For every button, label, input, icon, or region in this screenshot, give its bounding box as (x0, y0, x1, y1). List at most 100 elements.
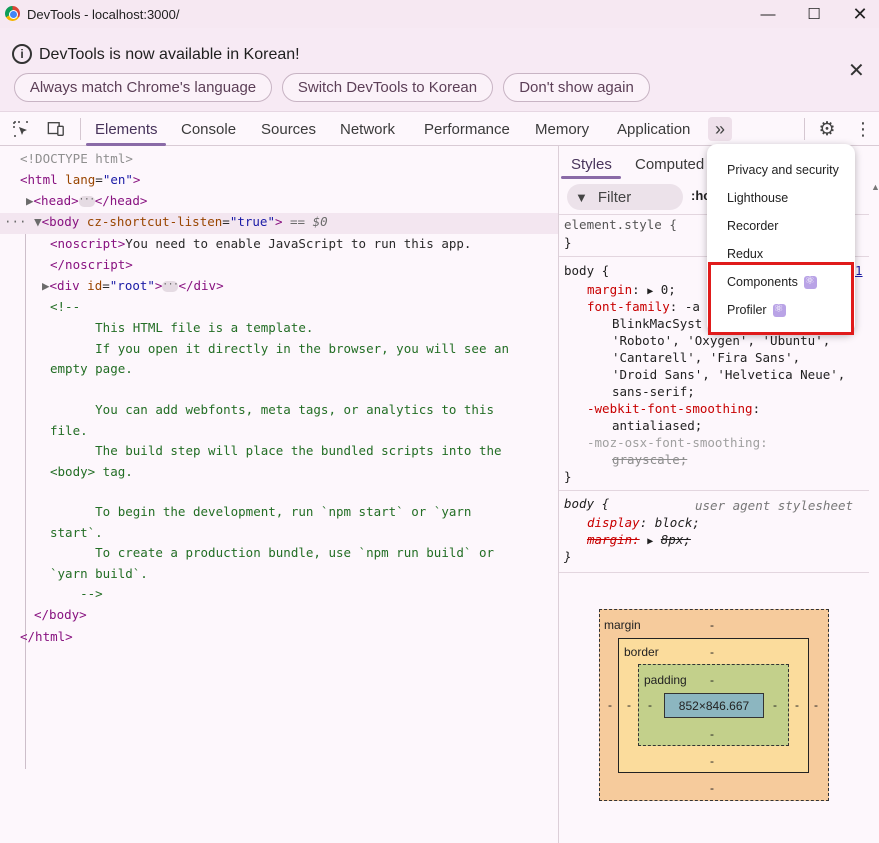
margin-top-value[interactable]: - (710, 618, 714, 632)
switch-korean-button[interactable]: Switch DevTools to Korean (282, 73, 493, 102)
expand-shorthand-icon: ▶ (647, 536, 654, 547)
tab-performance[interactable]: Performance (424, 121, 510, 138)
comment-line: --> (50, 586, 103, 601)
infobar-close-icon[interactable]: ✕ (848, 58, 865, 83)
noscript-node[interactable]: <noscript>You need to enable JavaScript … (50, 234, 471, 255)
gear-icon[interactable]: ⚙ (818, 119, 836, 140)
head-node[interactable]: ▶<head>···</head> (26, 191, 147, 212)
chrome-logo-icon (5, 6, 20, 21)
border-right-value[interactable]: - (795, 698, 799, 712)
window-title: DevTools - localhost:3000/ (27, 7, 180, 22)
source-link[interactable]: 1 (855, 262, 863, 279)
margin-bottom-value[interactable]: - (710, 781, 714, 795)
expand-shorthand-icon[interactable]: ▶ (647, 286, 653, 297)
elements-tree: <!DOCTYPE html> <html lang="en"> ▶<head>… (0, 146, 558, 843)
device-toolbar-icon[interactable] (47, 120, 65, 138)
menu-item-lighthouse[interactable]: Lighthouse (727, 191, 788, 205)
moz-smoothing-value: grayscale; (612, 452, 688, 467)
rule-separator (559, 572, 869, 573)
close-window-icon[interactable]: ✕ (837, 0, 879, 28)
padding-left-value[interactable]: - (648, 698, 652, 712)
comment-line: You can add webfonts, meta tags, or anal… (50, 402, 495, 417)
devtools-toolbar: Elements Console Sources Network Perform… (0, 112, 879, 146)
tab-elements[interactable]: Elements (95, 121, 158, 138)
noscript-close: </noscript> (50, 257, 133, 272)
comment-line: If you open it directly in the browser, … (50, 341, 510, 356)
match-language-button[interactable]: Always match Chrome's language (14, 73, 272, 102)
body-close-node[interactable]: </body> (34, 605, 87, 626)
doctype-node[interactable]: <!DOCTYPE html> (20, 149, 133, 170)
menu-item-redux[interactable]: Redux (727, 247, 763, 261)
window-titlebar: DevTools - localhost:3000/ — ☐ ✕ (0, 0, 879, 28)
webkit-smoothing-declaration[interactable]: -webkit-font-smoothing: (587, 400, 760, 417)
tab-network[interactable]: Network (340, 121, 395, 138)
inspect-element-icon[interactable] (12, 120, 30, 138)
border-top-value[interactable]: - (710, 645, 714, 659)
margin-left-value[interactable]: - (608, 698, 612, 712)
body-selector[interactable]: body { (564, 262, 609, 279)
filter-icon: ▼ (575, 189, 588, 205)
font-family-value: BlinkMacSyst (612, 316, 703, 331)
padding-right-value[interactable]: - (773, 698, 777, 712)
padding-bottom-value[interactable]: - (710, 727, 714, 741)
html-close-node[interactable]: </html> (20, 627, 73, 648)
more-options-icon[interactable]: ⋮ (854, 119, 872, 139)
tab-memory[interactable]: Memory (535, 121, 589, 138)
border-label: border (624, 645, 659, 659)
comment-line: start`. (50, 525, 103, 540)
element-style-selector[interactable]: element.style { (564, 216, 677, 233)
menu-item-recorder[interactable]: Recorder (727, 219, 778, 233)
ua-body-selector[interactable]: body { (564, 495, 609, 512)
node-actions-icon[interactable]: ··· (4, 214, 27, 229)
tab-console[interactable]: Console (181, 121, 236, 138)
collapsed-ellipsis-icon[interactable]: ··· (78, 196, 95, 207)
styles-filter-input[interactable]: ▼ Filter (567, 184, 683, 210)
expand-arrow-icon[interactable]: ▶ (26, 193, 34, 208)
display-declaration: display: block; (587, 515, 700, 530)
body-node[interactable]: ··· ▼<body cz-shortcut-listen="true"> ==… (4, 212, 328, 233)
moz-smoothing-declaration[interactable]: -moz-osx-font-smoothing: (587, 434, 768, 451)
box-model-content[interactable]: 852×846.667 (664, 693, 764, 718)
font-family-declaration[interactable]: font-family: -a (587, 298, 700, 315)
comment-line: <!-- (50, 299, 81, 314)
webkit-smoothing-value: antialiased; (612, 418, 703, 433)
font-family-value: 'Cantarell', 'Fira Sans', (612, 350, 801, 365)
menu-item-privacy-security[interactable]: Privacy and security (727, 163, 839, 177)
tab-application[interactable]: Application (617, 121, 690, 138)
ua-stylesheet-label: user agent stylesheet (695, 498, 854, 513)
comment-line: `yarn build`. (50, 566, 148, 581)
root-div-node[interactable]: ▶<div id="root">···</div> (42, 276, 224, 297)
font-family-value: 'Droid Sans', 'Helvetica Neue', (612, 367, 846, 382)
font-family-value: sans-serif; (612, 384, 695, 399)
minimize-icon[interactable]: — (745, 0, 791, 28)
border-left-value[interactable]: - (627, 698, 631, 712)
tree-indent-guide (25, 234, 26, 769)
info-icon: i (12, 44, 32, 64)
dont-show-again-button[interactable]: Don't show again (503, 73, 650, 102)
maximize-icon[interactable]: ☐ (791, 0, 837, 28)
tab-styles[interactable]: Styles (571, 156, 612, 173)
expand-arrow-icon[interactable]: ▶ (42, 278, 50, 293)
padding-top-value[interactable]: - (710, 673, 714, 687)
ua-margin-declaration: margin: ▶ 8px; (587, 532, 691, 547)
comment-line: <body> tag. (50, 464, 133, 479)
comment-line: This HTML file is a template. (50, 320, 314, 335)
comment-line: empty page. (50, 361, 133, 376)
border-bottom-value[interactable]: - (710, 754, 714, 768)
close-brace: } (564, 469, 572, 484)
toolbar-separator (80, 118, 81, 140)
more-tabs-chevron-icon[interactable]: » (708, 117, 732, 141)
collapsed-ellipsis-icon[interactable]: ··· (162, 281, 179, 292)
comment-line: To begin the development, run `npm start… (50, 504, 472, 519)
collapse-arrow-icon[interactable]: ▼ (34, 214, 42, 229)
margin-label: margin (604, 618, 641, 632)
tab-computed[interactable]: Computed (635, 156, 704, 173)
tab-sources[interactable]: Sources (261, 121, 316, 138)
html-node[interactable]: <html lang="en"> (20, 170, 140, 191)
comment-line: To create a production bundle, use `npm … (50, 545, 495, 560)
toolbar-separator (804, 118, 805, 140)
close-brace: } (564, 549, 572, 564)
scroll-up-arrow-icon[interactable]: ▲ (871, 182, 879, 192)
margin-right-value[interactable]: - (814, 698, 818, 712)
close-brace: } (564, 235, 572, 250)
